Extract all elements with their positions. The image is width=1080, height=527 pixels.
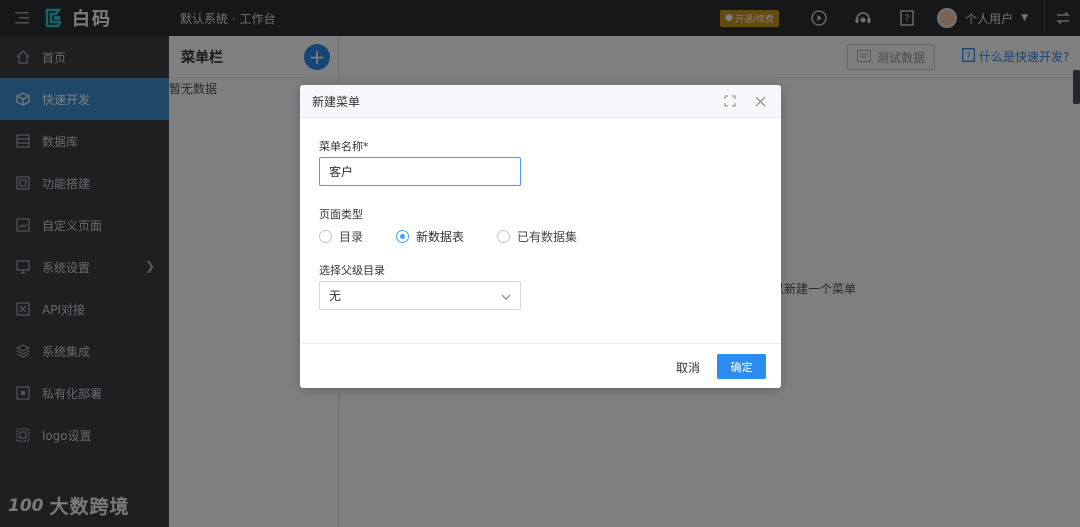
menu-name-input[interactable] — [319, 157, 521, 186]
page-type-radio-group: 目录 新数据表 已有数据集 — [319, 228, 610, 245]
select-value: 无 — [329, 289, 342, 303]
new-menu-dialog: 新建菜单 菜单名称* 页面类型 目录 新数据表 已有数据集 选择父级目录 无 取… — [300, 85, 781, 388]
radio-label: 新数据表 — [416, 230, 465, 244]
chevron-down-icon — [501, 289, 511, 303]
fullscreen-icon[interactable] — [722, 93, 738, 109]
radio-new-table[interactable]: 新数据表 — [396, 228, 464, 245]
dialog-footer-divider — [300, 343, 781, 344]
radio-circle — [396, 230, 410, 243]
confirm-button[interactable]: 确定 — [717, 354, 766, 379]
radio-circle — [319, 230, 332, 243]
page-type-label: 页面类型 — [319, 208, 363, 221]
parent-directory-label: 选择父级目录 — [319, 264, 385, 277]
dialog-title: 新建菜单 — [312, 94, 361, 109]
cancel-button[interactable]: 取消 — [667, 355, 709, 379]
radio-circle — [497, 230, 511, 243]
radio-directory[interactable]: 目录 — [319, 228, 363, 245]
parent-directory-select[interactable]: 无 — [319, 281, 521, 310]
close-icon[interactable] — [752, 93, 768, 109]
menu-name-label: 菜单名称* — [319, 140, 369, 153]
dialog-header: 新建菜单 — [300, 85, 781, 118]
radio-label: 已有数据集 — [517, 230, 578, 244]
radio-label: 目录 — [339, 230, 364, 244]
radio-existing-dataset[interactable]: 已有数据集 — [497, 228, 577, 245]
